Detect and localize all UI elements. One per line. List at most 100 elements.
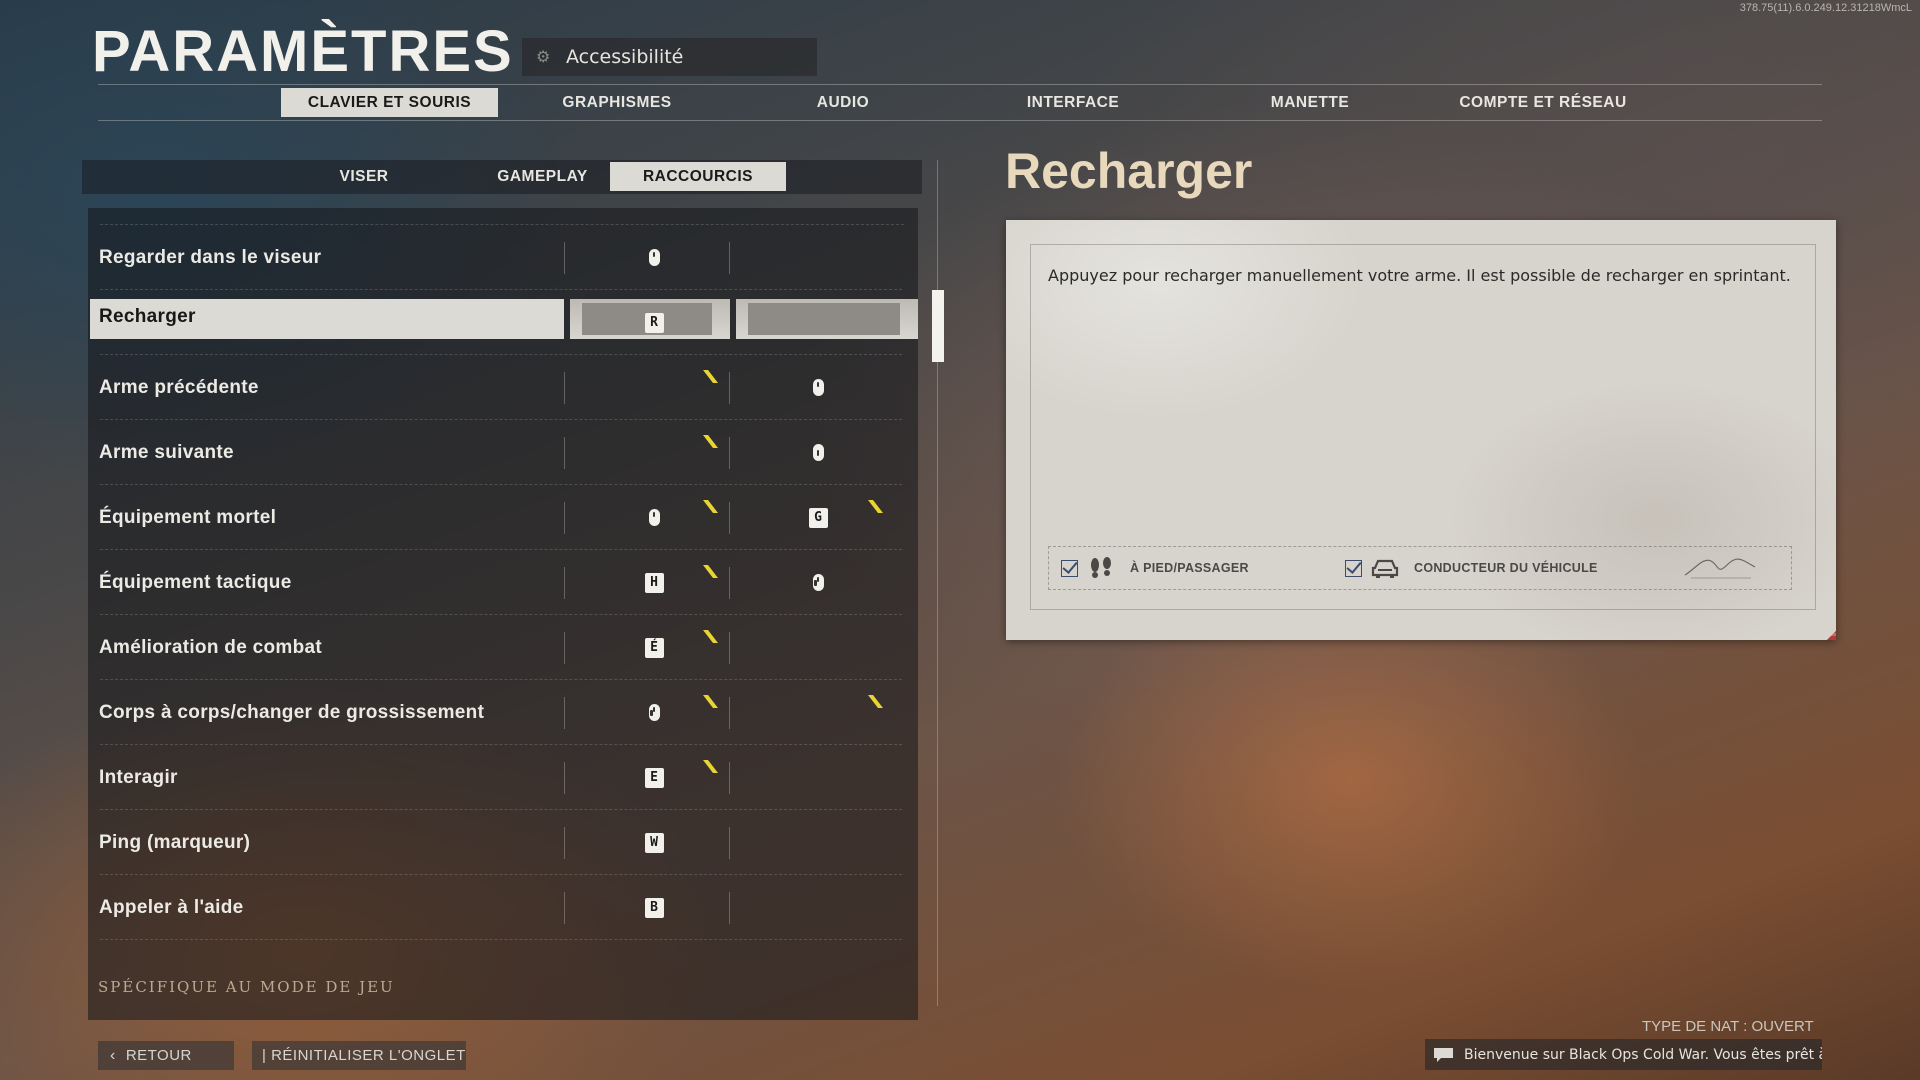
tab-graphismes[interactable]: GRAPHISMES: [548, 88, 686, 117]
tab-raccourcis[interactable]: RACCOURCIS: [610, 162, 786, 191]
tab-viser[interactable]: VISER: [302, 162, 426, 191]
list-top-rule: [100, 208, 904, 225]
secondary-binding-slot[interactable]: G: [736, 485, 900, 550]
tab-interface[interactable]: INTERFACE: [1008, 88, 1138, 117]
conflict-flag-icon: [700, 369, 720, 385]
mode-specific-heading: SPÉCIFIQUE AU MODE DE JEU: [98, 978, 395, 996]
search-value: Accessibilité: [566, 46, 684, 68]
search-input[interactable]: ⚙ Accessibilité: [522, 38, 817, 76]
primary-binding-slot[interactable]: W: [572, 810, 736, 875]
column-divider: [564, 242, 565, 274]
checkbox-checked-icon: [1345, 559, 1362, 577]
binding-label: Équipement mortel: [99, 506, 277, 528]
conflict-flag-icon: [865, 499, 885, 515]
topnav-bottom-rule: [98, 120, 1822, 121]
conflict-flag-icon: [700, 499, 720, 515]
reset-tab-button[interactable]: | RÉINITIALISER L'ONGLET: [252, 1041, 466, 1070]
primary-binding-slot[interactable]: [572, 225, 736, 290]
keycap: W: [644, 832, 664, 853]
chat-ticker[interactable]: Bienvenue sur Black Ops Cold War. Vous ê…: [1425, 1039, 1822, 1070]
column-divider: [564, 567, 565, 599]
keycap: G: [808, 507, 828, 528]
checkbox-checked-icon: [1061, 559, 1078, 577]
tab-clavier-et-souris[interactable]: CLAVIER ET SOURIS: [281, 88, 498, 117]
binding-row[interactable]: Interagir E: [88, 745, 916, 810]
top-tabs: CLAVIER ET SOURIS GRAPHISMES AUDIO INTER…: [98, 86, 1822, 118]
secondary-binding-slot[interactable]: [736, 225, 900, 290]
primary-binding-slot[interactable]: [572, 420, 736, 485]
tab-audio[interactable]: AUDIO: [788, 88, 898, 117]
binding-row[interactable]: Ping (marqueur) W: [88, 810, 916, 875]
binding-row[interactable]: Équipement tactique H: [88, 550, 916, 615]
column-divider: [564, 502, 565, 534]
conflict-flag-icon: [700, 564, 720, 580]
detail-card: Appuyez pour recharger manuellement votr…: [1006, 220, 1836, 640]
keycap: B: [644, 897, 664, 918]
primary-binding-slot[interactable]: [572, 355, 736, 420]
tab-compte-et-reseau[interactable]: COMPTE ET RÉSEAU: [1443, 88, 1643, 117]
secondary-binding-slot[interactable]: [736, 355, 900, 420]
primary-binding-slot[interactable]: É: [572, 615, 736, 680]
binding-row[interactable]: Amélioration de combat É: [88, 615, 916, 680]
column-divider: [564, 762, 565, 794]
binding-label: Arme précédente: [99, 376, 259, 398]
secondary-binding-slot[interactable]: [736, 745, 900, 810]
conflict-flag-icon: [700, 694, 720, 710]
column-divider: [564, 632, 565, 664]
binding-row[interactable]: Regarder dans le viseur: [88, 225, 916, 290]
column-divider: [564, 827, 565, 859]
bindings-list: Regarder dans le viseur Recharger R Arme pr…: [88, 208, 918, 1020]
context-tags: À PIED/PASSAGER CONDUCTEUR DU VÉHICULE: [1048, 546, 1792, 590]
hazard-stripe: [1741, 545, 1836, 640]
detail-title: Recharger: [1005, 143, 1253, 199]
binding-row[interactable]: Arme suivante: [88, 420, 916, 485]
binding-label: Ping (marqueur): [99, 831, 251, 853]
topnav-top-rule: [98, 84, 1822, 85]
nat-status: TYPE DE NAT : OUVERT: [1642, 1018, 1814, 1035]
column-divider: [564, 892, 565, 924]
primary-binding-slot[interactable]: [572, 680, 736, 745]
scrollbar-track[interactable]: [937, 160, 938, 1006]
secondary-binding-slot[interactable]: [736, 615, 900, 680]
binding-row[interactable]: Corps à corps/changer de grossissement: [88, 680, 916, 745]
back-button-label: RETOUR: [125, 1047, 192, 1064]
scrollbar-thumb[interactable]: [932, 290, 944, 362]
chevron-left-icon: ‹: [110, 1046, 116, 1064]
column-divider: [564, 437, 565, 469]
binding-row[interactable]: Arme précédente: [88, 355, 916, 420]
mouse-wheel-up-icon: [812, 379, 824, 396]
binding-label: Amélioration de combat: [99, 636, 323, 658]
binding-row[interactable]: Appeler à l'aide B: [88, 875, 916, 940]
binding-row[interactable]: Recharger R: [88, 290, 918, 355]
page-title: PARAMÈTRES: [92, 19, 514, 84]
tab-manette[interactable]: MANETTE: [1250, 88, 1370, 117]
column-divider: [564, 372, 565, 404]
tag-on-foot-label: À PIED/PASSAGER: [1130, 561, 1249, 575]
build-id: 378.75(11).6.0.249.12.31218WmcL: [1739, 2, 1912, 14]
sub-tabs: VISER GAMEPLAY RACCOURCIS: [82, 160, 922, 194]
mouse-button-4-icon: [648, 704, 660, 721]
primary-binding-slot[interactable]: [572, 485, 736, 550]
primary-binding-slot[interactable]: H: [572, 550, 736, 615]
primary-binding-slot[interactable]: R: [572, 290, 736, 355]
row-separator: [100, 939, 902, 940]
primary-binding-slot[interactable]: E: [572, 745, 736, 810]
secondary-binding-slot[interactable]: [736, 550, 900, 615]
binding-row[interactable]: Équipement mortel G: [88, 485, 916, 550]
secondary-binding-slot[interactable]: [736, 875, 900, 940]
tag-vehicle-driver-label: CONDUCTEUR DU VÉHICULE: [1414, 561, 1598, 575]
secondary-binding-slot[interactable]: [736, 290, 900, 355]
binding-label: Arme suivante: [99, 441, 234, 463]
binding-label: Corps à corps/changer de grossissement: [99, 701, 485, 723]
back-button[interactable]: ‹ RETOUR: [98, 1041, 234, 1070]
primary-binding-slot[interactable]: B: [572, 875, 736, 940]
chat-bubble-icon: [1434, 1047, 1453, 1062]
secondary-binding-slot[interactable]: [736, 680, 900, 745]
secondary-binding-slot[interactable]: [736, 420, 900, 485]
mouse-right-icon: [648, 509, 660, 526]
secondary-binding-slot[interactable]: [736, 810, 900, 875]
tab-gameplay[interactable]: GAMEPLAY: [460, 162, 625, 191]
keycap: R: [644, 312, 664, 333]
binding-label: Appeler à l'aide: [99, 896, 244, 918]
keycap: H: [644, 572, 664, 593]
